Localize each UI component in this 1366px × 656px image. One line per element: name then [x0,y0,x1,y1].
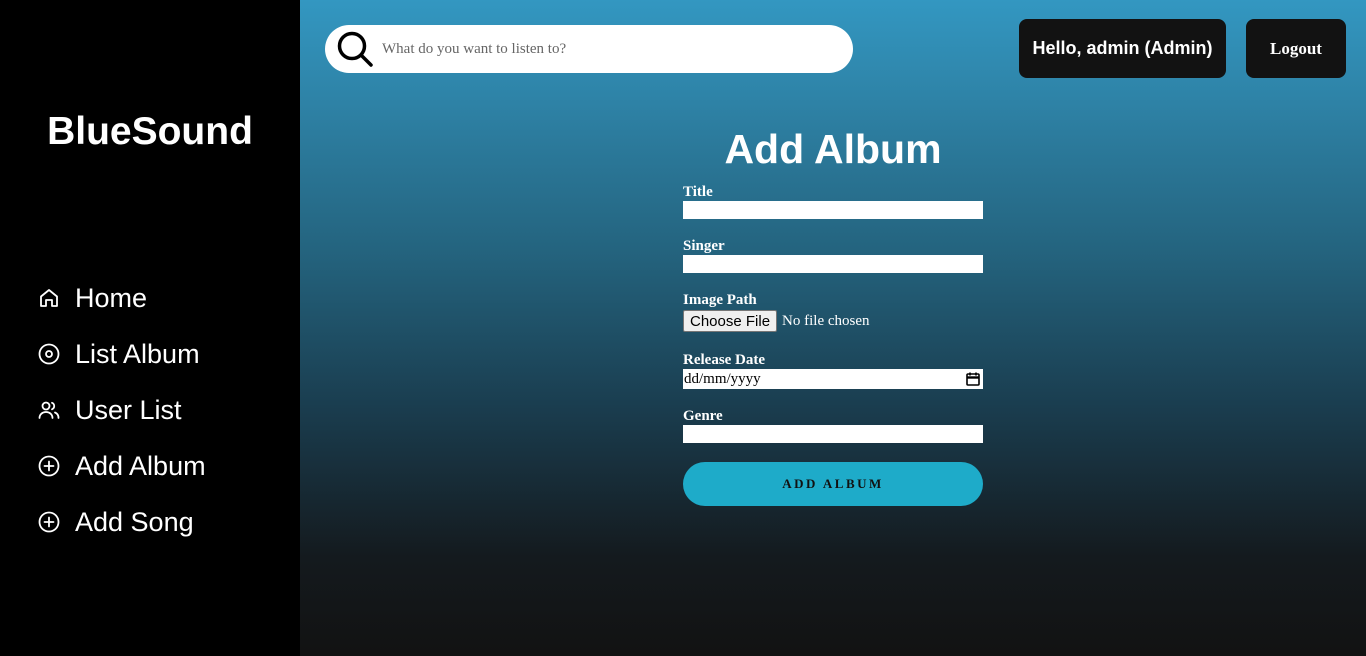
title-input[interactable] [683,201,983,219]
choose-file-button[interactable]: Choose File [683,310,778,332]
logout-button[interactable]: Logout [1246,19,1346,78]
sidebar-item-label: Add Song [75,506,194,537]
singer-input[interactable] [683,255,983,273]
calendar-icon[interactable] [966,372,980,386]
add-album-button[interactable]: ADD ALBUM [683,462,983,506]
sidebar-nav: Home List Album User List Add Album Add … [36,270,206,550]
file-picker: Choose File No file chosen [683,310,870,332]
sidebar-item-label: User List [75,394,182,425]
sidebar-item-add-album[interactable]: Add Album [36,438,206,494]
genre-label: Genre [683,408,723,424]
image-field-group: Image Path Choose File No file chosen [683,292,870,332]
date-field-group: Release Date dd/mm/yyyy [683,352,983,389]
release-date-label: Release Date [683,352,766,368]
sidebar-item-list-album[interactable]: List Album [36,326,206,382]
search-input[interactable] [382,40,822,58]
sidebar-item-label: List Album [75,338,200,369]
search-icon[interactable] [335,29,375,69]
brand-logo[interactable]: BlueSound [0,110,300,154]
plus-circle-icon [36,453,62,479]
sidebar-item-user-list[interactable]: User List [36,382,206,438]
release-date-input[interactable]: dd/mm/yyyy [683,369,983,389]
page-title: Add Album [724,126,942,172]
search-bar[interactable] [325,25,853,73]
genre-input[interactable] [683,425,983,443]
sidebar-item-label: Add Album [75,450,206,481]
singer-label: Singer [683,238,725,254]
plus-circle-icon [36,509,62,535]
singer-field-group: Singer [683,238,983,273]
date-placeholder: dd/mm/yyyy [684,370,761,387]
image-path-label: Image Path [683,292,757,308]
main-content: Hello, admin (Admin) Logout Add Album Ti… [300,0,1366,656]
file-status: No file chosen [782,312,870,329]
genre-field-group: Genre [683,408,983,443]
title-label: Title [683,184,713,200]
user-greeting[interactable]: Hello, admin (Admin) [1019,19,1226,78]
sidebar-item-label: Home [75,282,148,313]
home-icon [36,285,62,311]
disc-icon [36,341,62,367]
sidebar: BlueSound Home List Album User List Add … [0,0,300,656]
sidebar-item-home[interactable]: Home [36,270,206,326]
users-icon [36,397,62,423]
title-field-group: Title [683,184,983,219]
sidebar-item-add-song[interactable]: Add Song [36,494,206,550]
